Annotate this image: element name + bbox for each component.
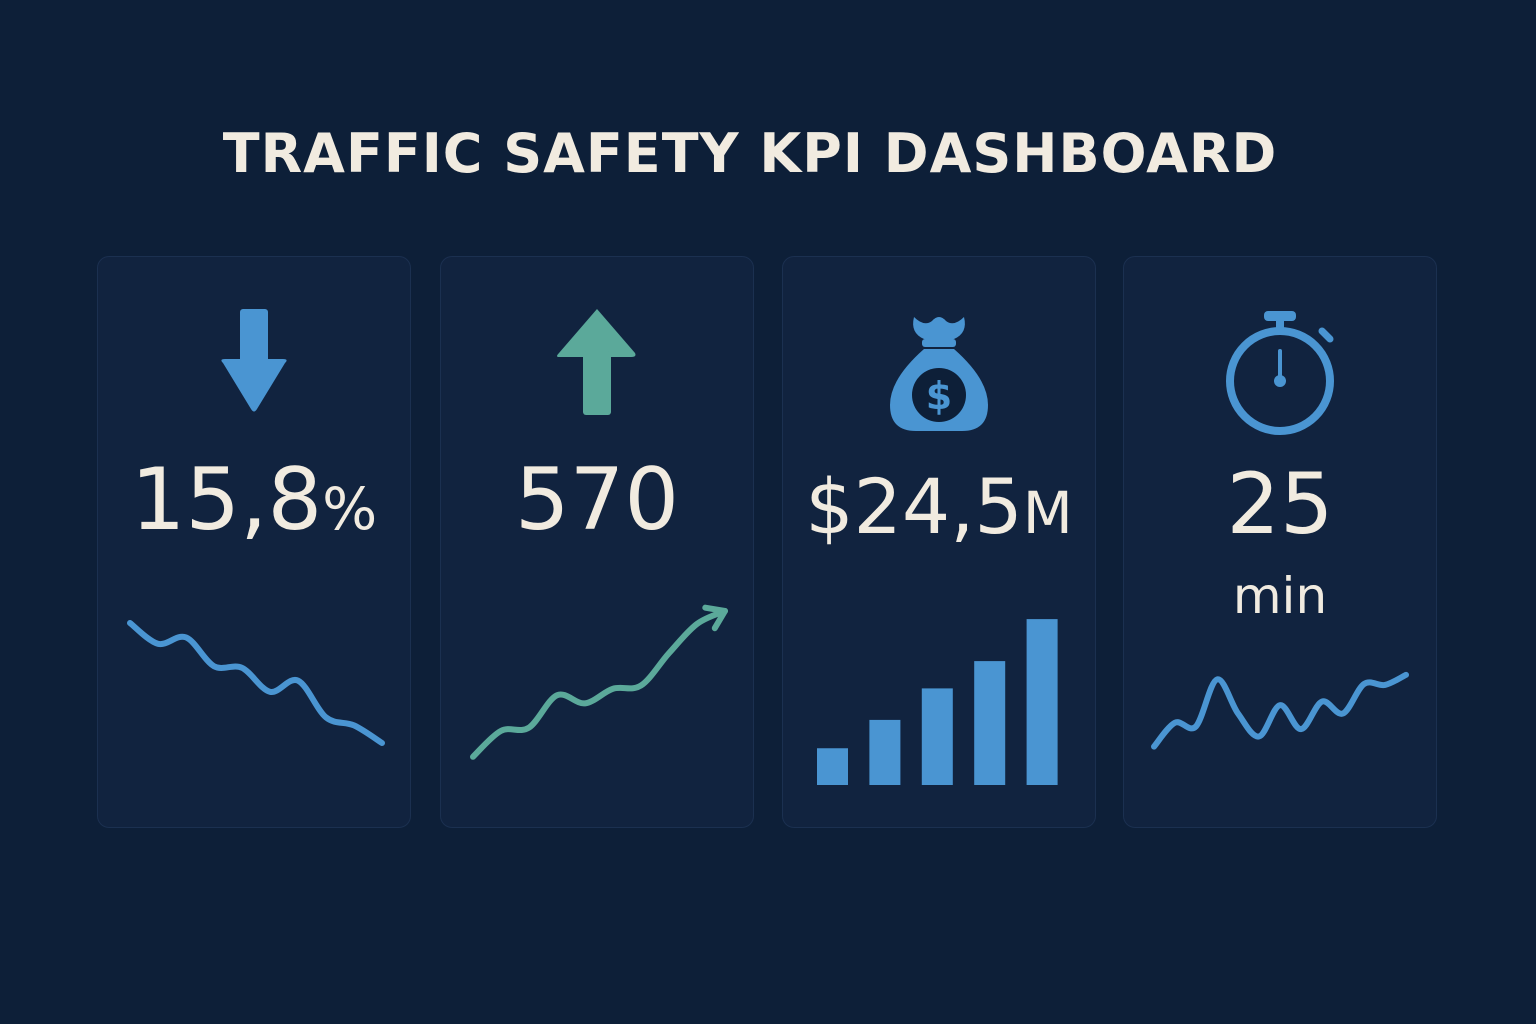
sparkline-chart [127,620,385,746]
bar [817,748,848,785]
sparkline-chart [470,604,728,760]
kpi-value: 25 [1226,455,1334,553]
kpi-value: 15,8% [130,450,378,550]
svg-text:$: $ [926,374,952,418]
arrow-down-icon [219,305,289,417]
kpi-unit: min [1232,567,1328,625]
bar [921,688,953,785]
series-line [127,620,385,746]
arrow-up-icon [555,305,639,417]
bar [869,719,901,785]
page-title: TRAFFIC SAFETY KPI DASHBOARD [222,122,1278,185]
money-bag-icon: $ [884,309,994,433]
kpi-card-crash-reduction: 15,8% [97,256,411,828]
kpi-card-count: 570 [440,256,754,828]
kpi-value: 570 [514,450,680,550]
bar [974,661,1006,785]
kpi-card-cost: $ $24,5M [782,256,1096,828]
kpi-value: $24,5M [805,462,1073,551]
stopwatch-icon [1218,307,1342,437]
sparkline-chart [1151,671,1409,750]
kpi-card-response-time: 25 min [1123,256,1437,828]
bar-chart [817,619,1058,785]
series-line [1151,671,1409,750]
bar [1026,619,1058,785]
series-line [470,608,728,760]
